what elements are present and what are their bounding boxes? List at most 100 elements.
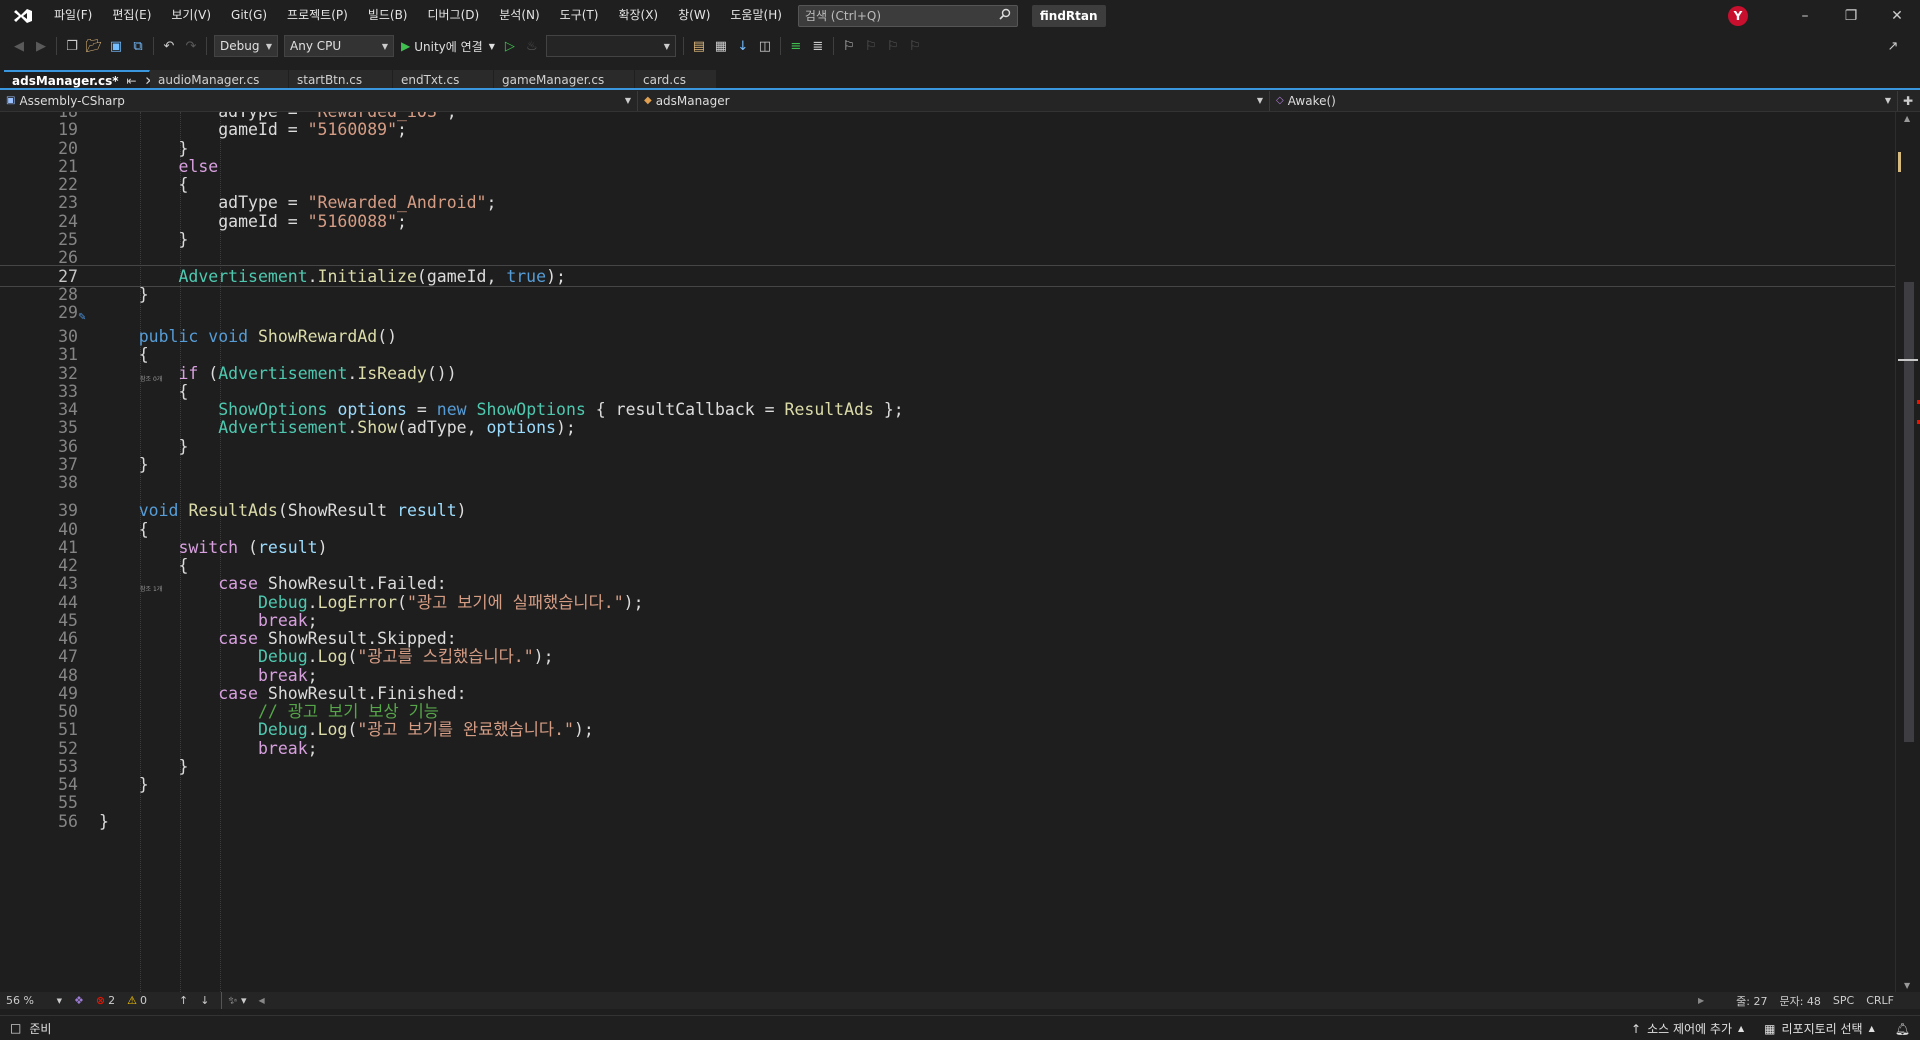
menu-item[interactable]: 분석(N) bbox=[489, 0, 549, 31]
live-share-icon[interactable]: ↗ bbox=[1882, 35, 1904, 57]
error-count[interactable]: ⊗ 2 bbox=[90, 992, 121, 1009]
menu-item[interactable]: Git(G) bbox=[221, 0, 277, 31]
scroll-down-icon[interactable]: ▼ bbox=[1904, 981, 1910, 990]
project-dropdown[interactable]: ▣ Assembly-CSharp ▼ bbox=[0, 90, 638, 111]
menu-item[interactable]: 파일(F) bbox=[44, 0, 102, 31]
menu-item[interactable]: 도구(T) bbox=[550, 0, 609, 31]
intellicode-icon[interactable]: ❖ bbox=[68, 992, 90, 1009]
next-issue-icon[interactable]: ↓ bbox=[194, 992, 215, 1009]
tab-endtxt[interactable]: endTxt.cs bbox=[393, 70, 494, 90]
menu-item[interactable]: 확장(X) bbox=[608, 0, 668, 31]
code-token: { bbox=[99, 175, 189, 194]
menu-item[interactable]: 빌드(B) bbox=[358, 0, 418, 31]
step-into-icon[interactable]: ↓ bbox=[732, 35, 754, 57]
solution-name-badge[interactable]: findRtan bbox=[1031, 4, 1106, 27]
split-editor-icon[interactable]: ✚ bbox=[1898, 94, 1918, 108]
menu-item[interactable]: 편집(E) bbox=[102, 0, 161, 31]
warning-count[interactable]: ⚠ 0 bbox=[121, 992, 153, 1009]
line-indicator[interactable]: 줄: 27 bbox=[1730, 992, 1773, 1009]
tab-card[interactable]: card.cs bbox=[635, 70, 717, 90]
tab-gamemanager[interactable]: gameManager.cs bbox=[494, 70, 635, 90]
code-token: result bbox=[257, 537, 318, 557]
start-without-debugging-icon[interactable]: ▷ bbox=[499, 35, 521, 57]
code-line[interactable]: 29 bbox=[0, 302, 1895, 324]
code-editor[interactable]: 18 adType = "Rewarded_iOS";19 gameId = "… bbox=[0, 112, 1920, 992]
close-icon[interactable]: ✕ bbox=[1874, 0, 1920, 31]
select-repository-button[interactable]: ▦ 리포지토리 선택 ▲ bbox=[1754, 1016, 1885, 1040]
tab-label: endTxt.cs bbox=[401, 73, 460, 87]
line-ending-indicator[interactable]: CRLF bbox=[1860, 992, 1900, 1009]
comment-lines-icon[interactable]: ≡ bbox=[785, 35, 807, 57]
char-indicator[interactable]: 문자: 48 bbox=[1773, 992, 1826, 1009]
tab-label: adsManager.cs* bbox=[12, 74, 119, 88]
undo-icon[interactable]: ↶ bbox=[158, 35, 180, 57]
tab-audiomanager[interactable]: audioManager.cs bbox=[150, 70, 289, 90]
member-dropdown[interactable]: ◇ Awake() ▼ bbox=[1270, 90, 1898, 111]
minimize-icon[interactable]: – bbox=[1782, 0, 1828, 31]
forward-icon[interactable]: ▶ bbox=[30, 35, 52, 57]
menu-item[interactable]: 프로젝트(P) bbox=[277, 0, 358, 31]
class-dropdown[interactable]: ◆ adsManager ▼ bbox=[638, 90, 1270, 111]
add-to-source-control-button[interactable]: ↑ 소스 제어에 추가 ▲ bbox=[1621, 1016, 1754, 1040]
scroll-up-icon[interactable]: ▲ bbox=[1904, 114, 1910, 123]
menu-item[interactable]: 보기(V) bbox=[161, 0, 221, 31]
scroll-left-icon[interactable]: ◀ bbox=[252, 992, 270, 1009]
user-avatar[interactable]: Y bbox=[1728, 5, 1748, 26]
split-window-icon[interactable]: ◫ bbox=[754, 35, 776, 57]
save-icon[interactable]: ▣ bbox=[105, 35, 127, 57]
save-all-icon[interactable]: ⧉ bbox=[127, 35, 149, 57]
scrollbar-thumb[interactable] bbox=[1904, 282, 1914, 742]
code-token: ( bbox=[238, 537, 258, 557]
visual-studio-logo-icon[interactable] bbox=[8, 0, 38, 31]
codelens-references[interactable]: 참조 1개 bbox=[140, 584, 162, 594]
redo-icon[interactable]: ↷ bbox=[180, 35, 202, 57]
menu-item[interactable]: 디버그(D) bbox=[418, 0, 490, 31]
platform-value: Any CPU bbox=[290, 39, 342, 53]
open-folder-icon[interactable]: 📂︎ bbox=[83, 35, 105, 57]
code-token: ); bbox=[573, 720, 594, 740]
configuration-select[interactable]: Debug ▼ bbox=[214, 35, 278, 57]
code-token: Log bbox=[317, 720, 348, 740]
whitespace-indicator[interactable]: SPC bbox=[1827, 992, 1860, 1009]
solution-explorer-icon[interactable]: ▤ bbox=[688, 35, 710, 57]
tab-startbtn[interactable]: startBtn.cs bbox=[289, 70, 393, 90]
output-icon: □ bbox=[10, 1021, 22, 1035]
scroll-right-icon[interactable]: ▶ bbox=[1692, 992, 1710, 1009]
code-token: ; bbox=[307, 665, 318, 685]
uncomment-lines-icon[interactable]: ≣ bbox=[807, 35, 829, 57]
platform-select[interactable]: Any CPU ▼ bbox=[284, 35, 394, 57]
restore-icon[interactable]: ❐ bbox=[1828, 0, 1874, 31]
vertical-scrollbar[interactable]: ▲ ▼ bbox=[1895, 112, 1920, 992]
code-token: Debug bbox=[257, 647, 308, 667]
pin-icon[interactable]: ⇤ bbox=[127, 74, 137, 88]
window-layout-icon[interactable]: ▦ bbox=[710, 35, 732, 57]
attach-unity-button[interactable]: ▶ Unity에 연결 ▼ bbox=[397, 35, 499, 57]
code-token: ); bbox=[556, 418, 576, 438]
line-number: 38 bbox=[58, 473, 78, 492]
debug-target-select[interactable]: ▼ bbox=[545, 35, 676, 57]
menu-item[interactable]: 창(W) bbox=[668, 0, 720, 31]
code-token: gameId = bbox=[99, 120, 308, 140]
back-icon[interactable]: ◀ bbox=[8, 35, 30, 57]
bookmark-icon[interactable]: ⚐ bbox=[838, 35, 860, 57]
menu-item[interactable]: 도움말(H) bbox=[720, 0, 792, 31]
previous-issue-icon[interactable]: ↑ bbox=[173, 992, 194, 1009]
code-line[interactable]: 56} bbox=[0, 811, 1895, 833]
clear-bookmarks-icon[interactable]: ⚐ bbox=[904, 35, 926, 57]
code-line[interactable]: 38 bbox=[0, 472, 1895, 494]
zoom-select[interactable]: 56 % ▼ bbox=[0, 992, 68, 1009]
codelens-references[interactable]: 참조 0개 bbox=[140, 374, 162, 384]
code-cleanup-icon[interactable]: ✨︎ ▾ bbox=[221, 992, 252, 1009]
next-bookmark-icon[interactable]: ⚐ bbox=[882, 35, 904, 57]
code-token: Advertisement bbox=[218, 363, 348, 383]
tab-adsmanager[interactable]: adsManager.cs*⇤✕ bbox=[4, 70, 155, 90]
hot-reload-icon[interactable]: ♨ bbox=[521, 35, 543, 57]
configuration-value: Debug bbox=[220, 39, 260, 53]
notifications-icon[interactable]: 🔔︎ bbox=[1885, 1016, 1920, 1040]
previous-bookmark-icon[interactable]: ⚐ bbox=[860, 35, 882, 57]
search-input[interactable]: 검색 (Ctrl+Q) bbox=[797, 4, 1018, 27]
new-project-icon[interactable]: ❐ bbox=[61, 35, 83, 57]
